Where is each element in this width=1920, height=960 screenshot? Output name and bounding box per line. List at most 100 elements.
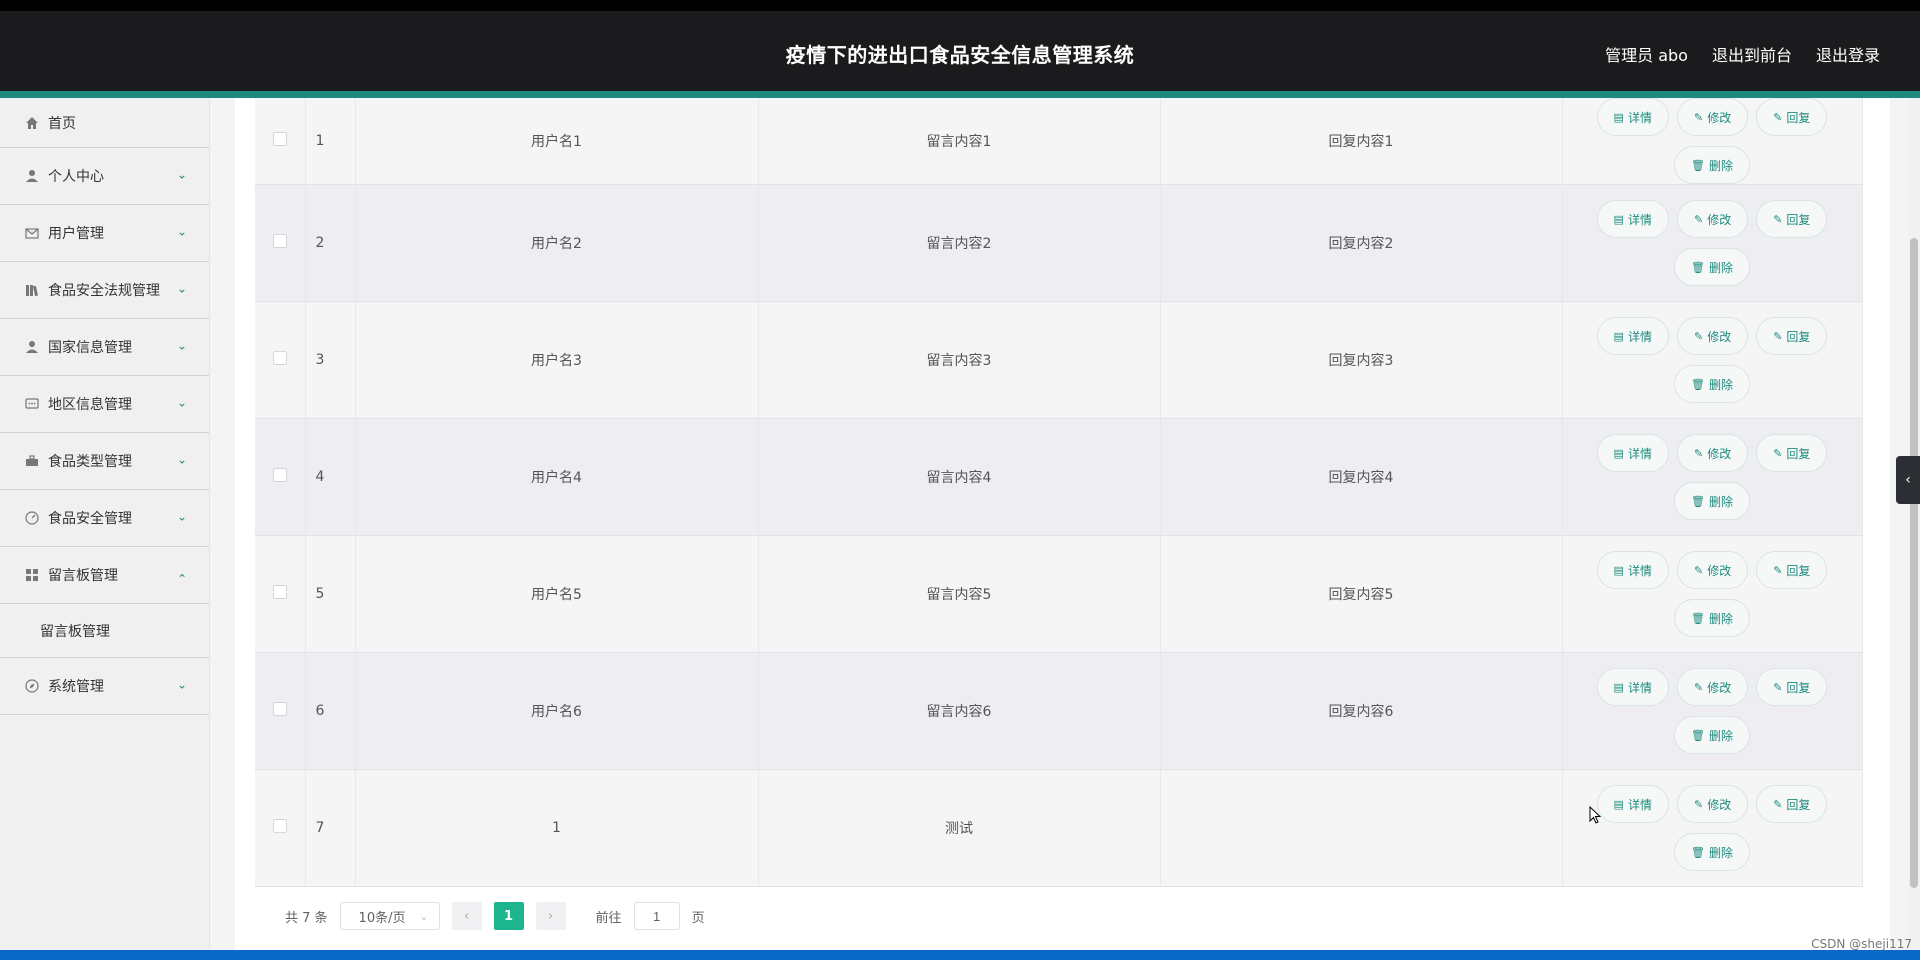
vertical-scrollbar[interactable] [1908, 98, 1920, 950]
edit-button[interactable]: ✎ 修改 [1676, 98, 1749, 136]
user-icon [24, 339, 40, 355]
edit-button[interactable]: ✎ 修改 [1676, 785, 1749, 823]
delete-button[interactable]: 🗑 删除 [1674, 365, 1750, 403]
reply-button[interactable]: ✎ 回复 [1756, 317, 1828, 355]
sidebar-item-personal-center[interactable]: 个人中心 ⌄ [0, 148, 209, 205]
sidebar-item-region-info[interactable]: 地区信息管理 ⌄ [0, 376, 209, 433]
row-checkbox[interactable] [272, 468, 287, 482]
pencil-icon: ✎ [1773, 212, 1783, 226]
sidebar-item-message-board[interactable]: 留言板管理 ⌄ [0, 547, 209, 604]
delete-button[interactable]: 🗑 删除 [1674, 482, 1750, 520]
sidebar-item-label: 系统管理 [48, 679, 104, 695]
row-checkbox[interactable] [272, 351, 287, 365]
detail-button[interactable]: ▤ 详情 [1596, 200, 1669, 238]
sidebar-subitem-message-board[interactable]: 留言板管理 [0, 604, 209, 658]
table-row: 4 用户名4 留言内容4 回复内容4 ▤ 详情 ✎ 修改 ✎ 回复 🗑 删除 [255, 418, 1863, 536]
chevron-left-icon: ‹ [463, 908, 470, 924]
scrollbar-thumb[interactable] [1910, 238, 1918, 888]
row-checkbox[interactable] [272, 234, 287, 248]
reply-button[interactable]: ✎ 回复 [1756, 551, 1828, 589]
reply-button[interactable]: ✎ 回复 [1756, 200, 1828, 238]
trash-icon: 🗑 [1691, 377, 1705, 391]
content-cell: 留言内容2 [758, 184, 1161, 302]
row-select-cell [255, 301, 306, 419]
row-index: 5 [305, 535, 356, 653]
logout-link[interactable]: 退出登录 [1816, 42, 1880, 66]
edit-button[interactable]: ✎ 修改 [1676, 317, 1749, 355]
reply-cell [1160, 769, 1563, 887]
row-checkbox[interactable] [272, 702, 287, 716]
detail-button[interactable]: ▤ 详情 [1596, 434, 1669, 472]
detail-button[interactable]: ▤ 详情 [1596, 551, 1669, 589]
delete-button[interactable]: 🗑 删除 [1674, 833, 1750, 871]
table-panel: 1 用户名1 留言内容1 回复内容1 ▤ 详情 ✎ 修改 ✎ 回复 🗑 删除 2 用户名2 留言内容2 回复内… [235, 98, 1890, 950]
reply-cell: 回复内容4 [1160, 418, 1563, 536]
reply-cell: 回复内容6 [1160, 652, 1563, 770]
delete-button[interactable]: 🗑 删除 [1674, 599, 1750, 637]
collapse-side-tab[interactable]: ‹ [1896, 456, 1920, 504]
page-size-select[interactable]: 10条/页 ⌄ [339, 902, 440, 930]
page-suffix: 页 [691, 910, 705, 926]
row-index: 2 [305, 184, 356, 302]
sidebar-item-label: 个人中心 [48, 169, 104, 185]
detail-button[interactable]: ▤ 详情 [1596, 98, 1669, 136]
sidebar-item-food-law[interactable]: 食品安全法规管理 ⌄ [0, 262, 209, 319]
sidebar-item-system[interactable]: 系统管理 ⌄ [0, 658, 209, 715]
pagination: 共 7 条 10条/页 ⌄ ‹ 1 › 前往 页 [285, 902, 705, 930]
edit-button[interactable]: ✎ 修改 [1676, 200, 1749, 238]
sidebar-item-country-info[interactable]: 国家信息管理 ⌄ [0, 319, 209, 376]
row-select-cell [255, 184, 306, 302]
goto-page-input[interactable] [633, 902, 680, 930]
sidebar-item-user-management[interactable]: 用户管理 ⌄ [0, 205, 209, 262]
document-icon: ▤ [1613, 446, 1624, 460]
page-number-current[interactable]: 1 [493, 902, 524, 930]
reply-button[interactable]: ✎ 回复 [1756, 668, 1828, 706]
exit-to-front-link[interactable]: 退出到前台 [1712, 42, 1792, 66]
detail-button[interactable]: ▤ 详情 [1596, 317, 1669, 355]
goto-label: 前往 [595, 910, 622, 926]
row-select-cell [255, 535, 306, 653]
reply-cell: 回复内容2 [1160, 184, 1563, 302]
row-actions: ▤ 详情 ✎ 修改 ✎ 回复 🗑 删除 [1563, 98, 1862, 184]
detail-button[interactable]: ▤ 详情 [1596, 668, 1669, 706]
chevron-down-icon: ⌄ [176, 224, 187, 239]
chevron-down-icon: ⌄ [176, 395, 187, 410]
next-page-button[interactable]: › [535, 902, 566, 930]
row-checkbox[interactable] [272, 132, 287, 146]
row-index: 6 [305, 652, 356, 770]
reply-button[interactable]: ✎ 回复 [1756, 434, 1828, 472]
document-icon: ▤ [1613, 329, 1624, 343]
table-row: 5 用户名5 留言内容5 回复内容5 ▤ 详情 ✎ 修改 ✎ 回复 🗑 删除 [255, 535, 1863, 653]
actions-cell: ▤ 详情 ✎ 修改 ✎ 回复 🗑 删除 [1562, 535, 1863, 653]
row-checkbox[interactable] [272, 819, 287, 833]
delete-button[interactable]: 🗑 删除 [1674, 248, 1750, 286]
reply-button[interactable]: ✎ 回复 [1756, 785, 1828, 823]
gauge-icon [24, 510, 40, 526]
prev-page-button[interactable]: ‹ [451, 902, 482, 930]
mail-icon [24, 225, 40, 241]
detail-button[interactable]: ▤ 详情 [1596, 785, 1669, 823]
delete-button[interactable]: 🗑 删除 [1674, 716, 1750, 754]
document-icon: ▤ [1613, 680, 1624, 694]
edit-button[interactable]: ✎ 修改 [1676, 434, 1749, 472]
username-cell: 用户名6 [355, 652, 759, 770]
reply-button[interactable]: ✎ 回复 [1756, 98, 1828, 136]
top-letterbox [0, 0, 1920, 11]
row-checkbox[interactable] [272, 585, 287, 599]
username-cell: 1 [355, 769, 759, 887]
sidebar-item-food-safety[interactable]: 食品安全管理 ⌄ [0, 490, 209, 547]
reply-cell: 回复内容5 [1160, 535, 1563, 653]
edit-button[interactable]: ✎ 修改 [1676, 551, 1749, 589]
pencil-icon: ✎ [1693, 110, 1704, 124]
edit-button[interactable]: ✎ 修改 [1676, 668, 1749, 706]
delete-button[interactable]: 🗑 删除 [1674, 146, 1750, 184]
row-index: 7 [305, 769, 356, 887]
chevron-down-icon: ⌄ [176, 167, 187, 182]
sidebar-item-home[interactable]: 首页 [0, 98, 209, 148]
sidebar-item-food-type[interactable]: 食品类型管理 ⌄ [0, 433, 209, 490]
sidebar-item-label: 留言板管理 [40, 623, 110, 640]
username-cell: 用户名1 [355, 98, 759, 185]
home-icon [24, 115, 40, 131]
sidebar-item-label: 食品安全法规管理 [48, 283, 160, 299]
admin-user-label[interactable]: 管理员 abo [1605, 42, 1688, 66]
